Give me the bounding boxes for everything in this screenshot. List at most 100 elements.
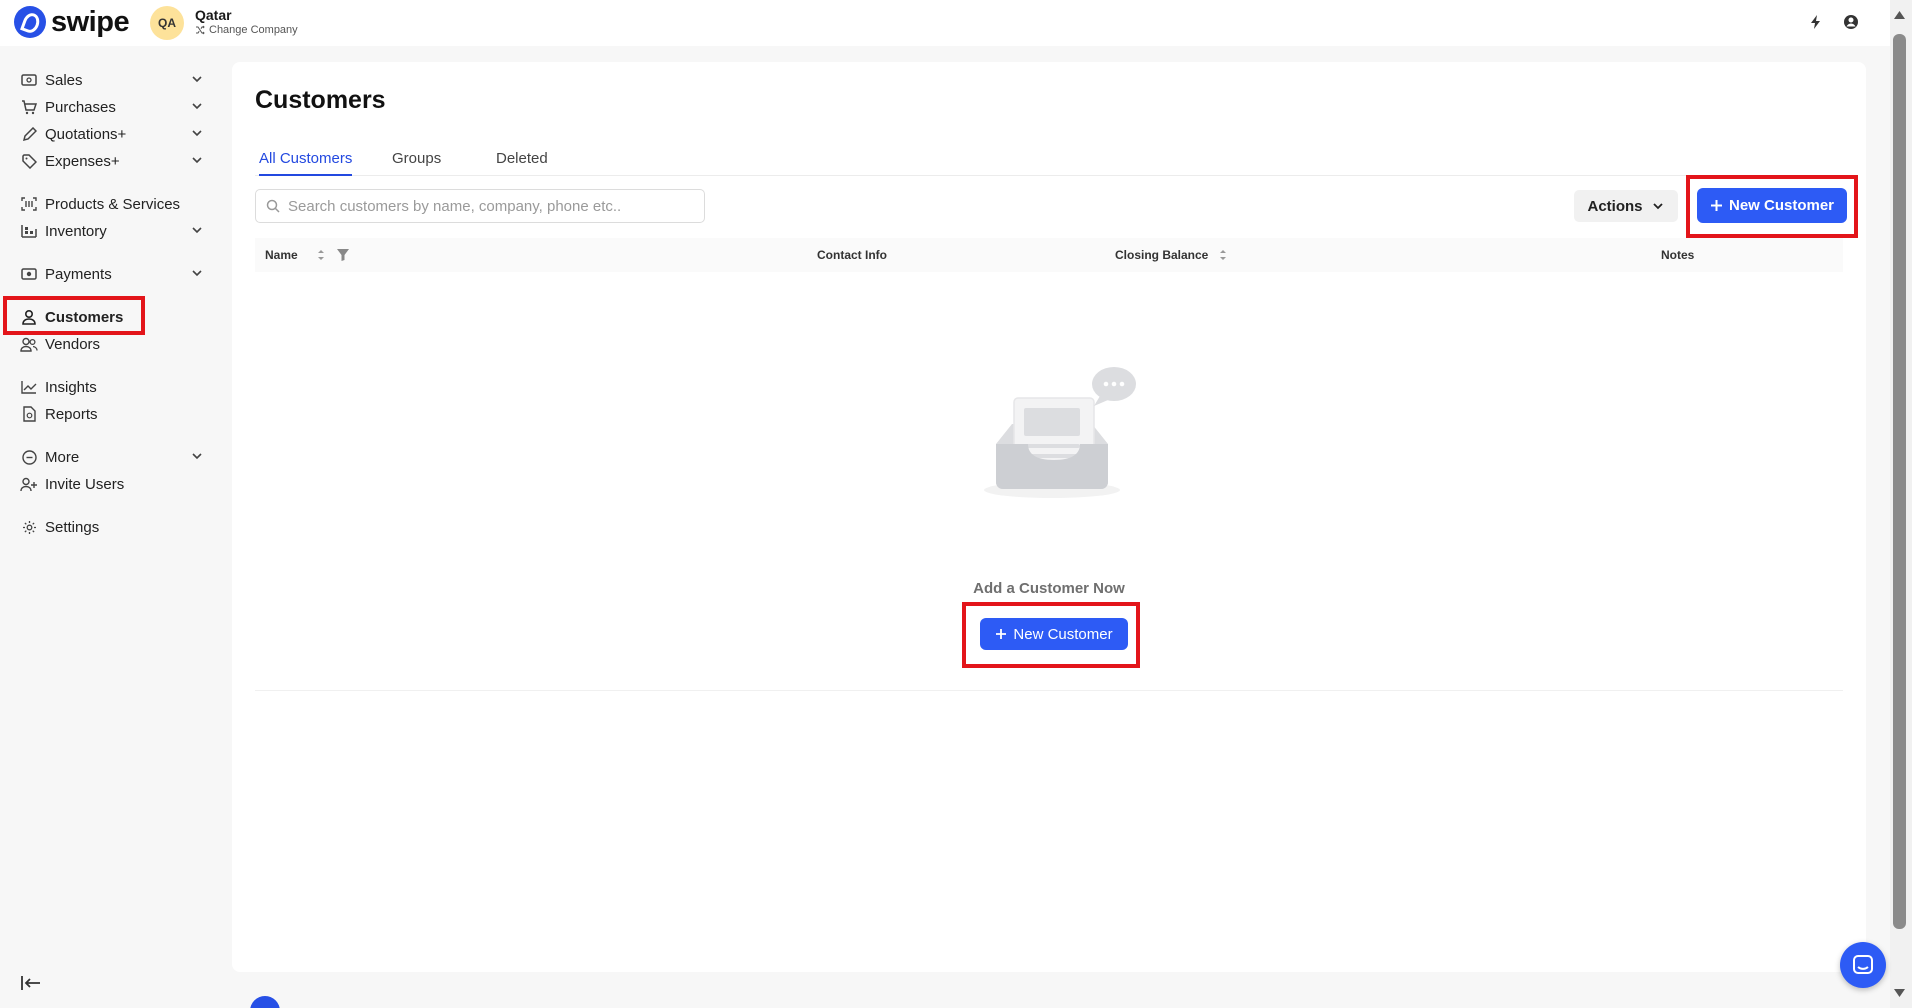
tab-groups[interactable]: Groups xyxy=(392,150,441,176)
sidebar-item-label: Purchases xyxy=(45,98,116,116)
sidebar-item-quotations[interactable]: Quotations+ xyxy=(20,122,205,146)
sidebar-item-more[interactable]: More xyxy=(20,445,205,469)
file-icon xyxy=(20,405,38,423)
sidebar-item-inventory[interactable]: Inventory xyxy=(20,219,205,243)
top-bar: swipe QA Qatar Change Company xyxy=(0,0,1912,46)
chevron-down-icon xyxy=(192,270,202,277)
sidebar-item-label: Quotations+ xyxy=(45,125,127,143)
new-customer-label: New Customer xyxy=(1728,197,1835,214)
sidebar-item-payments[interactable]: Payments xyxy=(20,262,205,286)
sidebar-item-label: Invite Users xyxy=(45,475,125,493)
sidebar-item-label: Payments xyxy=(45,265,112,283)
users-icon xyxy=(20,335,38,353)
actions-dropdown-button[interactable]: Actions xyxy=(1574,190,1678,222)
tab-deleted[interactable]: Deleted xyxy=(496,150,548,176)
tab-all-customers[interactable]: All Customers xyxy=(259,150,353,176)
company-name[interactable]: Qatar xyxy=(195,7,232,23)
pencil-icon xyxy=(20,125,38,143)
brand-name: swipe xyxy=(51,5,130,38)
scrollbar-thumb[interactable] xyxy=(1893,34,1906,929)
sidebar-item-expenses[interactable]: Expenses+ xyxy=(20,149,205,173)
chevron-down-icon xyxy=(192,76,202,83)
search-input[interactable] xyxy=(288,197,688,215)
empty-state-new-customer-button[interactable]: New Customer xyxy=(980,618,1128,650)
chevron-down-icon xyxy=(192,157,202,164)
main-content: Customers All Customers Groups Deleted A… xyxy=(232,62,1866,972)
sidebar-item-customers[interactable]: Customers xyxy=(20,305,205,329)
sidebar-item-label: Expenses+ xyxy=(45,152,120,170)
cash-icon xyxy=(20,71,38,89)
chat-support-button[interactable] xyxy=(1840,942,1886,988)
footer-logo xyxy=(250,996,280,1008)
cart-icon xyxy=(20,98,38,116)
sidebar-item-products-services[interactable]: Products & Services xyxy=(20,192,205,216)
change-company-link[interactable]: Change Company xyxy=(195,24,298,36)
sidebar: Sales Purchases Quotations+ Expenses+ Pr… xyxy=(0,46,232,1008)
sidebar-item-settings[interactable]: Settings xyxy=(20,515,205,539)
tab-bar: All Customers Groups Deleted xyxy=(255,144,1843,176)
new-customer-button[interactable]: New Customer xyxy=(1697,188,1847,223)
sidebar-item-label: Vendors xyxy=(45,335,101,353)
filter-icon[interactable] xyxy=(336,248,350,262)
sidebar-item-purchases[interactable]: Purchases xyxy=(20,95,205,119)
sort-icon[interactable] xyxy=(316,248,326,262)
sidebar-item-insights[interactable]: Insights xyxy=(20,375,205,399)
swipe-logo[interactable]: swipe xyxy=(14,4,130,40)
user-icon xyxy=(20,308,38,326)
warehouse-icon xyxy=(20,222,38,240)
table-header: Name Contact Info Closing Balance Notes xyxy=(255,238,1843,272)
barcode-icon xyxy=(20,195,38,213)
money-icon xyxy=(20,265,38,283)
sidebar-item-sales[interactable]: Sales xyxy=(20,68,205,92)
sidebar-item-label: Insights xyxy=(45,378,97,396)
page-title: Customers xyxy=(255,86,386,114)
chevron-down-icon xyxy=(192,227,202,234)
sidebar-item-label: More xyxy=(45,448,80,466)
scroll-down-arrow-icon[interactable] xyxy=(1893,988,1906,998)
sidebar-item-label: Settings xyxy=(45,518,100,536)
chat-icon xyxy=(1853,955,1873,974)
scroll-up-arrow-icon[interactable] xyxy=(1893,10,1906,20)
tag-icon xyxy=(20,152,38,170)
sidebar-item-invite-users[interactable]: Invite Users xyxy=(20,472,205,496)
chevron-down-icon xyxy=(192,130,202,137)
search-icon xyxy=(266,199,280,213)
collapse-sidebar-icon[interactable] xyxy=(20,974,42,992)
empty-state-new-customer-label: New Customer xyxy=(1013,625,1113,643)
column-name-label: Name xyxy=(265,248,298,262)
change-company-label: Change Company xyxy=(209,24,298,36)
more-circle-icon xyxy=(20,448,38,466)
sidebar-item-label: Sales xyxy=(45,71,83,89)
shuffle-icon xyxy=(196,25,205,35)
footer-logo-icon xyxy=(250,996,280,1008)
sidebar-item-label: Reports xyxy=(45,405,98,423)
column-closing-balance[interactable]: Closing Balance xyxy=(1115,248,1228,262)
search-box xyxy=(255,189,705,223)
chevron-down-icon xyxy=(192,103,202,110)
sort-icon[interactable] xyxy=(1218,248,1228,262)
chart-icon xyxy=(20,378,38,396)
empty-state-message: Add a Customer Now xyxy=(973,580,1125,597)
chevron-down-icon xyxy=(192,453,202,460)
empty-inbox-illustration xyxy=(984,367,1136,498)
account-icon[interactable] xyxy=(1841,12,1861,32)
sidebar-item-label: Inventory xyxy=(45,222,107,240)
sidebar-item-reports[interactable]: Reports xyxy=(20,402,205,426)
column-contact-info: Contact Info xyxy=(817,248,887,262)
actions-label: Actions xyxy=(1587,197,1643,215)
sidebar-item-label: Customers xyxy=(45,308,124,326)
company-avatar[interactable]: QA xyxy=(150,6,184,40)
lightning-icon[interactable] xyxy=(1806,12,1826,32)
sidebar-item-vendors[interactable]: Vendors xyxy=(20,332,205,356)
sidebar-item-label: Products & Services xyxy=(45,195,181,213)
plus-icon xyxy=(996,629,1007,639)
table-bottom-divider xyxy=(255,690,1843,691)
swipe-logo-icon xyxy=(14,6,46,38)
column-name[interactable]: Name xyxy=(265,248,350,262)
column-closing-balance-label: Closing Balance xyxy=(1115,248,1209,262)
gear-icon xyxy=(20,518,38,536)
column-notes: Notes xyxy=(1661,248,1694,262)
plus-icon xyxy=(1710,200,1722,211)
column-notes-label: Notes xyxy=(1661,248,1695,262)
column-contact-info-label: Contact Info xyxy=(817,248,887,262)
